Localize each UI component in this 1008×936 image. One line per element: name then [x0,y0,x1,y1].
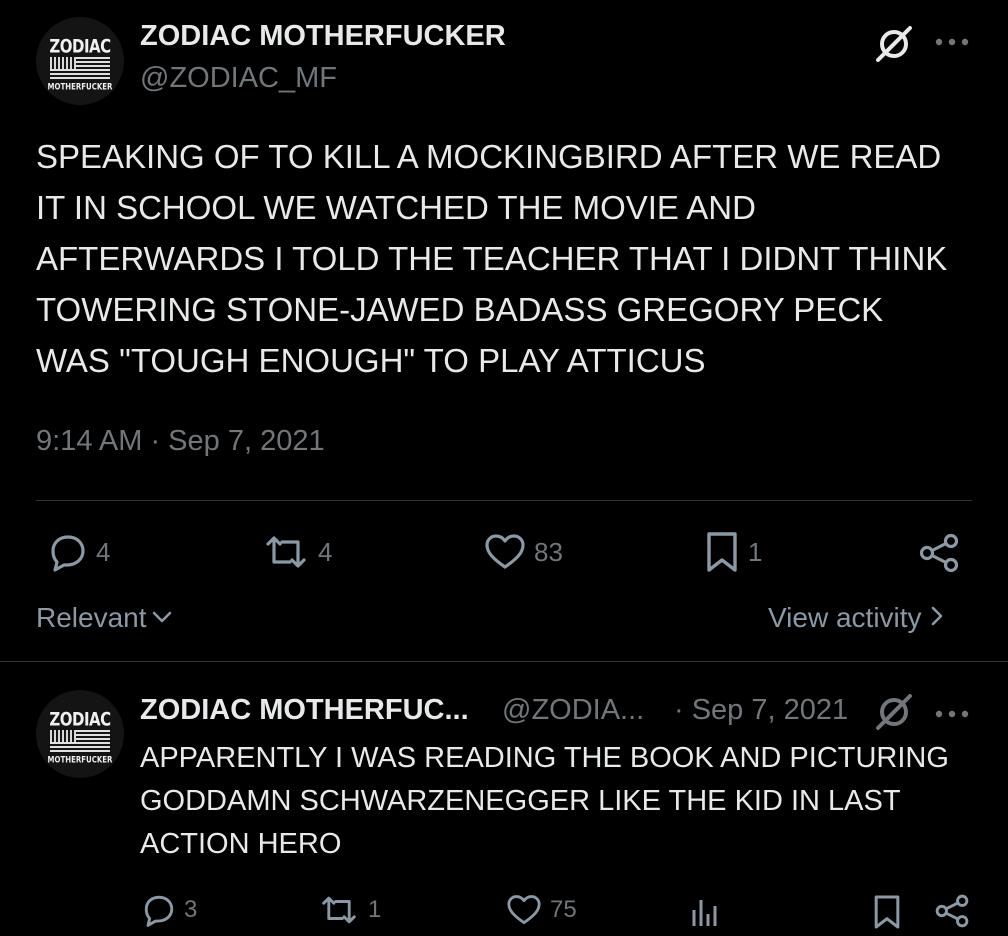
avatar-logo-text-top: ZODIAC [49,34,111,58]
tweet-timestamp[interactable]: 9:14 AM · Sep 7, 2021 [36,425,325,458]
divider [0,661,1008,662]
more-icon[interactable] [934,34,970,52]
author-handle[interactable]: @ZODIAC_MF [140,62,337,95]
bookmark-count: 1 [748,536,763,567]
view-activity-label: View activity [768,602,922,633]
reply-author-handle[interactable]: @ZODIA... [502,694,644,727]
speech-bubble-icon [142,893,176,927]
flag-icon [50,730,110,752]
repost-icon [262,532,310,572]
share-icon[interactable] [918,533,960,578]
flag-icon [50,57,110,79]
heart-icon [506,894,542,926]
share-icon[interactable] [934,894,970,933]
like-action[interactable]: 83 [484,533,563,571]
divider [36,500,972,501]
slashed-circle-icon[interactable] [872,690,916,739]
avatar-logo-text-bottom: MOTHERFUCKER [47,754,113,766]
reply-author-name[interactable]: ZODIAC MOTHERFUC... [140,694,469,727]
chevron-down-icon [151,605,173,632]
author-name[interactable]: ZODIAC MOTHERFUCKER [140,20,506,53]
view-activity-link[interactable]: View activity [768,602,946,634]
heart-icon [484,533,526,571]
sort-label: Relevant [36,602,147,633]
bookmark-icon[interactable] [872,893,902,936]
reply-like-count: 75 [550,896,577,923]
bookmark-action[interactable]: 1 [704,530,762,574]
reply-count: 4 [96,536,111,567]
repost-action[interactable]: 4 [262,532,332,572]
tweet-body: SPEAKING OF TO KILL A MOCKINGBIRD AFTER … [36,138,948,379]
repost-count: 4 [318,536,333,567]
reply-body: APPARENTLY I WAS READING THE BOOK AND PI… [140,742,949,860]
avatar-logo-text-bottom: MOTHERFUCKER [47,81,113,93]
more-icon[interactable] [934,706,970,724]
bar-chart-icon[interactable] [690,896,720,933]
author-avatar[interactable]: ZODIAC MOTHERFUCKER [36,17,124,105]
reply-reply-action[interactable]: 3 [142,893,197,927]
sort-dropdown[interactable]: Relevant [36,602,173,634]
reply-date[interactable]: · Sep 7, 2021 [674,694,848,727]
bookmark-icon [704,530,740,574]
speech-bubble-icon [48,532,88,572]
reply-author-avatar[interactable]: ZODIAC MOTHERFUCKER [36,690,124,778]
avatar-logo-text-top: ZODIAC [49,707,111,731]
reply-repost-count: 1 [368,896,382,923]
chevron-right-icon [928,604,946,633]
reply-reply-count: 3 [184,896,198,923]
repost-icon [318,893,360,927]
slashed-circle-icon[interactable] [872,22,916,71]
reply-action[interactable]: 4 [48,532,110,572]
reply-repost-action[interactable]: 1 [318,893,381,927]
reply-like-action[interactable]: 75 [506,894,577,926]
like-count: 83 [534,536,563,567]
